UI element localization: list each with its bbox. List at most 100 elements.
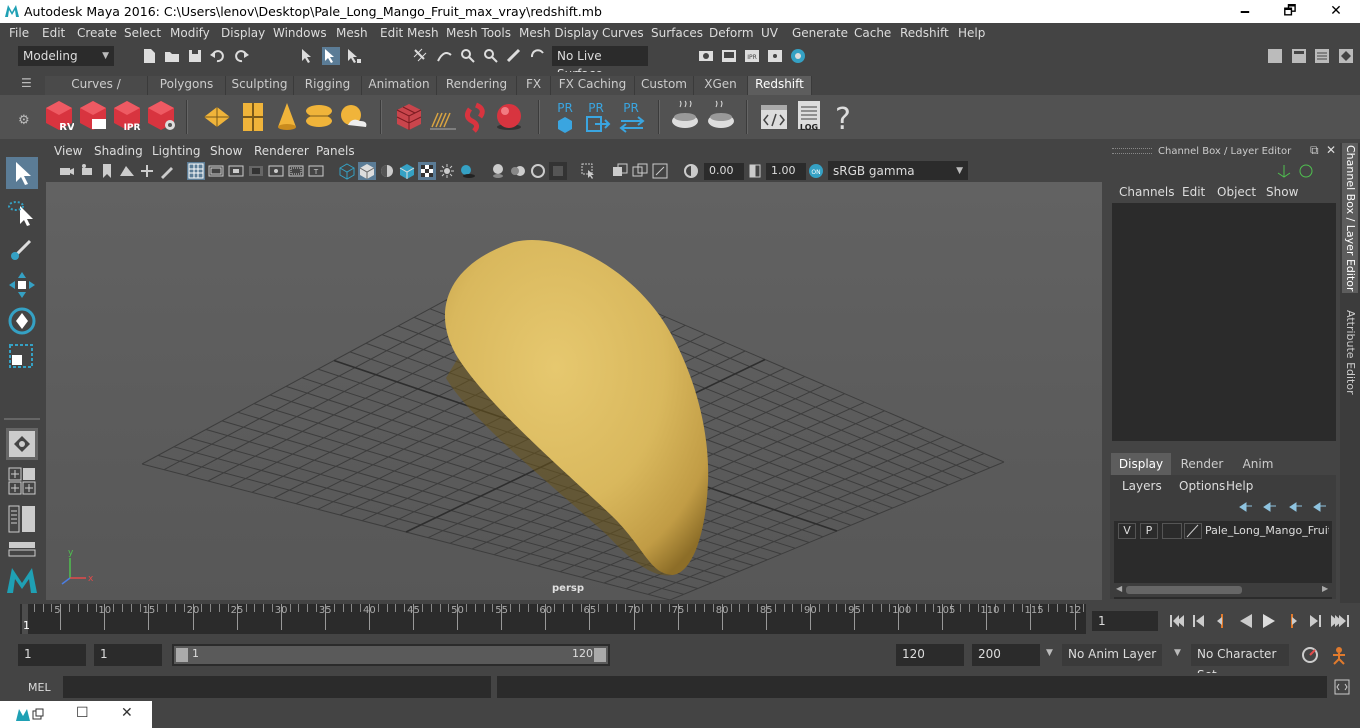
redshift-help-icon[interactable]: ?	[828, 99, 858, 135]
redshift-portal-light-icon[interactable]	[238, 99, 268, 135]
rotate-tool-icon[interactable]	[6, 305, 38, 337]
menu-help[interactable]: Help	[958, 26, 985, 40]
undo-icon[interactable]	[209, 47, 227, 65]
layer-menu-layers[interactable]: Layers	[1122, 479, 1162, 493]
live-surface-field[interactable]: No Live Surface	[552, 46, 648, 81]
snap-point-icon[interactable]	[459, 47, 477, 65]
xray-joints-icon[interactable]	[651, 162, 669, 180]
menu-deform[interactable]: Deform	[709, 26, 754, 40]
redshift-sun-sky-icon[interactable]	[338, 99, 368, 135]
animation-preferences-icon[interactable]	[1328, 644, 1350, 666]
isolate-select-icon[interactable]	[580, 162, 598, 180]
shelf-tab-polygons[interactable]: Polygons	[148, 76, 226, 95]
menu-edit-mesh[interactable]: Edit Mesh	[380, 26, 439, 40]
render-settings-icon[interactable]	[697, 47, 715, 65]
panel-menu-show[interactable]: Show	[210, 144, 242, 158]
character-set-dropdown[interactable]: No Character Set	[1191, 644, 1289, 682]
redshift-script-icon[interactable]	[759, 99, 789, 135]
wireframe-icon[interactable]	[338, 162, 356, 180]
menu-create[interactable]: Create	[77, 26, 117, 40]
panel-menu-shading[interactable]: Shading	[94, 144, 143, 158]
gate-mask-icon[interactable]	[247, 162, 265, 180]
redshift-pr-swap-icon[interactable]: PR	[618, 99, 648, 135]
close-task-icon[interactable]: ✕	[121, 705, 133, 721]
layer-playback-toggle[interactable]: P	[1140, 523, 1158, 539]
layer-type-toggle[interactable]	[1162, 523, 1182, 539]
scroll-right-icon[interactable]: ▶	[1322, 584, 1328, 593]
safe-action-icon[interactable]	[287, 162, 305, 180]
redshift-material-2-icon[interactable]	[706, 99, 736, 135]
menu-cache[interactable]: Cache	[854, 26, 891, 40]
step-back-frame-icon[interactable]	[1190, 612, 1208, 630]
menu-select[interactable]: Select	[124, 26, 161, 40]
command-input[interactable]	[63, 676, 491, 698]
layer-tab-render[interactable]: Render	[1172, 453, 1232, 475]
range-slider-start-handle[interactable]	[176, 648, 188, 662]
depth-of-field-icon[interactable]	[549, 162, 567, 180]
channel-box-menu-object[interactable]: Object	[1217, 185, 1256, 199]
scale-tool-icon[interactable]	[6, 341, 38, 373]
color-management-icon[interactable]: ON	[807, 162, 825, 180]
gamma-field[interactable]: 1.00	[766, 163, 806, 180]
panel-menu-view[interactable]: View	[54, 144, 82, 158]
layer-menu-options[interactable]: Options	[1179, 479, 1225, 493]
layer-action-icons[interactable]	[1238, 499, 1334, 513]
layer-menu-help[interactable]: Help	[1226, 479, 1253, 493]
outliner-layout-icon[interactable]	[8, 505, 36, 533]
maya-home-icon[interactable]	[5, 565, 39, 595]
shelf-tab-animation[interactable]: Animation	[362, 76, 437, 95]
side-tab-channel-box[interactable]: Channel Box / Layer Editor	[1342, 143, 1358, 293]
anim-layer-chevron-down-icon[interactable]: ▼	[1046, 648, 1053, 658]
maximize-button[interactable]: 🗗	[1267, 0, 1313, 23]
redshift-log-icon[interactable]: LOG	[794, 99, 824, 135]
menu-uv[interactable]: UV	[761, 26, 778, 40]
open-scene-icon[interactable]	[163, 47, 181, 65]
make-live-icon[interactable]	[529, 47, 547, 65]
panel-menu-renderer[interactable]: Renderer	[254, 144, 309, 158]
shelf-tab-custom[interactable]: Custom	[635, 76, 694, 95]
playback-end-field[interactable]: 120	[896, 644, 964, 666]
channel-box-menu-edit[interactable]: Edit	[1182, 185, 1205, 199]
redshift-render-view-icon[interactable]: RV	[44, 99, 74, 135]
animation-end-field[interactable]: 200	[972, 644, 1040, 666]
menu-mesh-display[interactable]: Mesh Display	[519, 26, 599, 40]
safe-title-icon[interactable]: T	[307, 162, 325, 180]
play-forward-icon[interactable]	[1260, 612, 1278, 630]
channel-box-menu-channels[interactable]: Channels	[1119, 185, 1175, 199]
anti-aliasing-icon[interactable]	[529, 162, 547, 180]
select-camera-icon[interactable]	[58, 162, 76, 180]
shadows-icon[interactable]	[458, 162, 476, 180]
animation-start-field[interactable]: 1	[18, 644, 86, 666]
redshift-pr-export-icon[interactable]: PR	[583, 99, 613, 135]
new-scene-icon[interactable]	[140, 47, 158, 65]
wireframe-on-shaded-icon[interactable]	[398, 162, 416, 180]
layer-tab-anim[interactable]: Anim	[1232, 453, 1284, 475]
graph-layout-icon[interactable]	[8, 541, 36, 557]
menu-curves[interactable]: Curves	[602, 26, 644, 40]
layer-name[interactable]: Pale_Long_Mango_Fruit_	[1205, 524, 1329, 537]
redshift-proxy-icon[interactable]	[394, 99, 424, 135]
menu-set-dropdown[interactable]: Modeling ▼	[18, 46, 114, 66]
time-slider[interactable]: 5 10 15 20 25 30 35 40 45 50 55 60 65 70 75 80 85 90 95 100…	[20, 604, 1086, 634]
step-back-key-icon[interactable]	[1213, 612, 1231, 630]
field-chart-icon[interactable]	[267, 162, 285, 180]
range-slider-end-handle[interactable]	[594, 648, 606, 662]
restore-window-icon[interactable]	[14, 707, 44, 723]
channel-box-tool-icons[interactable]	[1276, 163, 1316, 179]
render-view-icon[interactable]	[766, 47, 784, 65]
menu-mesh[interactable]: Mesh	[336, 26, 368, 40]
redshift-area-light-icon[interactable]	[202, 99, 232, 135]
move-tool-icon[interactable]	[6, 269, 38, 301]
menu-mesh-tools[interactable]: Mesh Tools	[446, 26, 511, 40]
layer-scrollbar[interactable]: ◀ ▶	[1114, 583, 1332, 597]
gamma-icon[interactable]	[746, 162, 764, 180]
snap-view-plane-icon[interactable]	[482, 47, 500, 65]
channel-box-area[interactable]	[1112, 203, 1336, 441]
scroll-left-icon[interactable]: ◀	[1116, 584, 1122, 593]
play-backward-icon[interactable]	[1237, 612, 1255, 630]
render-frame-icon[interactable]	[720, 47, 738, 65]
snap-live-icon[interactable]	[505, 47, 523, 65]
shelf-tab-xgen[interactable]: XGen	[694, 76, 748, 95]
close-panel-icon[interactable]: ✕	[1326, 143, 1336, 157]
textured-icon[interactable]	[418, 162, 436, 180]
